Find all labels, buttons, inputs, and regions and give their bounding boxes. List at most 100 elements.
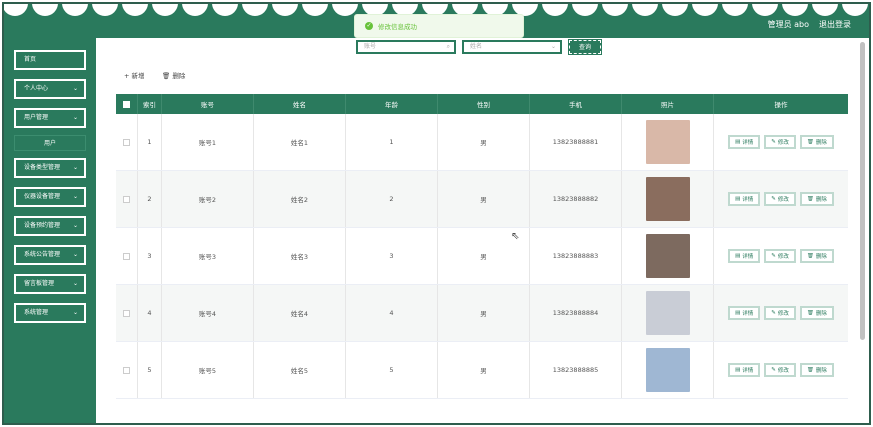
detail-button[interactable]: ▤ 详情	[728, 192, 761, 206]
cell-age: 1	[346, 114, 438, 170]
logout-link[interactable]: 退出登录	[819, 19, 851, 30]
sidebar-item-system[interactable]: 系统管理 ⌄	[14, 303, 86, 323]
delete-button[interactable]: 🗑 删除	[799, 192, 834, 206]
trash-icon: 🗑	[806, 310, 814, 316]
sidebar-item-home[interactable]: 首页	[14, 50, 86, 70]
sidebar-item-reservation[interactable]: 设备预约管理 ⌄	[14, 216, 86, 236]
row-checkbox[interactable]	[123, 252, 130, 260]
edit-button[interactable]: ✎ 修改	[764, 363, 796, 377]
pencil-icon: ✎	[771, 310, 776, 316]
row-checkbox-cell[interactable]	[116, 228, 138, 284]
document-icon: ▤	[735, 253, 741, 259]
sidebar-item-user-management[interactable]: 用户管理 ⌄	[14, 108, 86, 128]
table-body: 1 账号1 姓名1 1 男 13823888881 ▤ 详情 ✎ 修改 🗑 删除 2 …	[116, 114, 848, 399]
row-checkbox[interactable]	[123, 195, 130, 203]
user-photo[interactable]	[645, 177, 690, 221]
edit-label: 修改	[777, 311, 789, 317]
name-search-input[interactable]: 姓名 ⌄	[462, 40, 562, 54]
chevron-down-icon: ⌄	[72, 222, 78, 229]
sidebar-item-label: 仪器设备管理	[24, 193, 61, 200]
user-photo[interactable]	[645, 234, 690, 278]
sidebar-item-announcement[interactable]: 系统公告管理 ⌄	[14, 245, 86, 265]
header-actions: 操作	[774, 101, 788, 109]
sidebar-item-label: 用户管理	[24, 114, 49, 121]
trash-icon: 🗑	[806, 196, 814, 202]
edit-button[interactable]: ✎ 修改	[764, 135, 796, 149]
chevron-down-icon: ⌄	[550, 43, 556, 50]
row-checkbox-cell[interactable]	[116, 285, 138, 341]
row-checkbox[interactable]	[123, 138, 130, 146]
sidebar-item-device-type[interactable]: 设备类型管理 ⌄	[14, 158, 86, 178]
chevron-down-icon: ⌄	[72, 309, 78, 316]
user-photo[interactable]	[645, 291, 690, 335]
cell-actions: ▤ 详情 ✎ 修改 🗑 删除	[714, 114, 848, 170]
detail-button[interactable]: ▤ 详情	[728, 249, 761, 263]
cell-name: 姓名3	[254, 228, 346, 284]
edit-button[interactable]: ✎ 修改	[764, 192, 796, 206]
user-photo[interactable]	[645, 120, 690, 164]
detail-button[interactable]: ▤ 详情	[728, 135, 761, 149]
select-all-checkbox[interactable]	[123, 100, 130, 108]
edit-label: 修改	[777, 197, 789, 203]
check-circle-icon: ✓	[365, 22, 373, 30]
document-icon: ▤	[735, 196, 741, 202]
detail-label: 详情	[742, 311, 754, 317]
sidebar-item-personal-center[interactable]: 个人中心 ⌄	[14, 79, 86, 99]
row-checkbox-cell[interactable]	[116, 114, 138, 170]
chevron-down-icon: ⌄	[72, 280, 78, 287]
cell-age: 4	[346, 285, 438, 341]
trash-icon: 🗑	[806, 139, 814, 145]
cell-photo	[622, 228, 714, 284]
header-photo: 照片	[622, 94, 714, 114]
batch-delete-label: 删除	[172, 72, 186, 80]
cell-gender: 男	[438, 114, 530, 170]
cell-phone: 13823888885	[530, 342, 622, 398]
batch-delete-button[interactable]: 🗑 删除	[162, 70, 185, 80]
delete-button[interactable]: 🗑 删除	[799, 363, 834, 377]
query-button[interactable]: 查询	[568, 39, 602, 55]
sidebar-subitem-users[interactable]: 用户	[14, 135, 86, 151]
delete-button[interactable]: 🗑 删除	[799, 135, 834, 149]
mouse-cursor-icon: ⇖	[511, 231, 520, 242]
select-all-cell[interactable]	[116, 94, 138, 114]
delete-button[interactable]: 🗑 删除	[799, 249, 834, 263]
cell-phone: 13823888883	[530, 228, 622, 284]
sidebar-item-label: 设备预约管理	[24, 222, 61, 229]
account-search-input[interactable]: 账号 ⌕	[356, 40, 456, 54]
add-button[interactable]: + 新增	[124, 70, 145, 80]
sidebar-item-message-board[interactable]: 留言板管理 ⌄	[14, 274, 86, 294]
sidebar-item-instrument[interactable]: 仪器设备管理 ⌄	[14, 187, 86, 207]
chevron-down-icon: ⌄	[72, 193, 78, 200]
table-row: 4 账号4 姓名4 4 男 13823888884 ▤ 详情 ✎ 修改 🗑 删除	[116, 285, 848, 342]
chevron-down-icon: ⌄	[72, 85, 78, 92]
user-table: 索引 账号 姓名 年龄 性别 手机 照片 操作 1 账号1 姓名1 1 男 13…	[116, 94, 848, 399]
edit-button[interactable]: ✎ 修改	[764, 306, 796, 320]
sidebar-item-label: 留言板管理	[24, 280, 55, 287]
cell-index: 5	[138, 342, 162, 398]
row-checkbox-cell[interactable]	[116, 171, 138, 227]
delete-button[interactable]: 🗑 删除	[799, 306, 834, 320]
row-checkbox[interactable]	[123, 366, 130, 374]
detail-label: 详情	[742, 197, 754, 203]
cell-photo	[622, 171, 714, 227]
cell-account: 账号1	[162, 114, 254, 170]
sidebar-subitem-label: 用户	[43, 140, 56, 147]
edit-button[interactable]: ✎ 修改	[764, 249, 796, 263]
row-checkbox-cell[interactable]	[116, 342, 138, 398]
cell-actions: ▤ 详情 ✎ 修改 🗑 删除	[714, 342, 848, 398]
cell-account: 账号5	[162, 342, 254, 398]
sidebar-item-label: 设备类型管理	[24, 164, 61, 171]
trash-icon: 🗑	[806, 367, 814, 373]
row-checkbox[interactable]	[123, 309, 130, 317]
detail-label: 详情	[742, 368, 754, 374]
document-icon: ▤	[735, 310, 741, 316]
cell-gender: 男	[438, 285, 530, 341]
user-photo[interactable]	[645, 348, 690, 392]
header-phone: 手机	[530, 94, 622, 114]
account-placeholder: 账号	[364, 43, 377, 50]
edit-label: 修改	[777, 140, 789, 146]
detail-button[interactable]: ▤ 详情	[728, 363, 761, 377]
scrollbar[interactable]	[860, 42, 865, 340]
cell-photo	[622, 342, 714, 398]
detail-button[interactable]: ▤ 详情	[728, 306, 761, 320]
